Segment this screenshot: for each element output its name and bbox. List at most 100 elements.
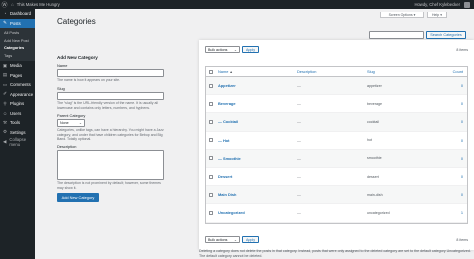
name-description: The name is how it appears on your site. (57, 78, 121, 82)
sidebar-item-appearance[interactable]: ✐ Appearance (0, 90, 35, 100)
parent-category-label: Parent Category (57, 113, 86, 119)
category-slug: cocktail (367, 119, 379, 124)
admin-sidebar: ◔ Dashboard ✎ Posts All Posts Add New Po… (0, 9, 35, 259)
add-new-category-button[interactable]: Add New Category (57, 193, 99, 203)
table-row: Uncategorized — uncategorized 1 (206, 204, 467, 223)
avatar[interactable] (464, 1, 470, 8)
row-checkbox[interactable] (209, 156, 213, 161)
table-row: Main Dish — main-dish 0 (206, 186, 467, 205)
page-title: Categories (57, 17, 96, 26)
category-count-link[interactable]: 0 (443, 101, 467, 106)
sidebar-item-posts[interactable]: ✎ Posts (0, 18, 35, 28)
category-name-link[interactable]: — Smoothie (216, 156, 297, 161)
column-slug-header[interactable]: Slug (367, 69, 443, 74)
admin-bar: Ⓦ ⌂ This Makes Me Hungry Howdy, Chef Kyl… (0, 0, 474, 9)
sidebar-item-label: Collapse menu (9, 136, 27, 147)
submenu-add-new-post[interactable]: Add New Post (0, 37, 35, 45)
site-name-link[interactable]: This Makes Me Hungry (17, 2, 60, 7)
sidebar-item-label: Tools (10, 120, 21, 126)
category-count-link[interactable]: 0 (443, 138, 467, 143)
apply-button-top[interactable]: Apply (242, 46, 259, 53)
category-name-link[interactable]: Uncategorized (216, 210, 297, 215)
screen-options-button[interactable]: Screen Options ▾ (380, 12, 424, 18)
row-checkbox[interactable] (209, 174, 213, 179)
sidebar-item-comments[interactable]: ▭ Comments (0, 80, 35, 90)
collapse-menu-button[interactable]: ◀ Collapse menu (0, 137, 35, 147)
category-slug: appetizer (367, 83, 382, 88)
home-icon[interactable]: ⌂ (11, 2, 14, 7)
sidebar-item-label: Pages (10, 72, 23, 78)
sidebar-item-media[interactable]: ▣ Media (0, 61, 35, 71)
submenu-categories[interactable]: Categories (0, 44, 35, 52)
bulk-actions-label: Bulk actions (208, 47, 228, 52)
items-count-top: 8 items (456, 48, 468, 52)
tools-icon: ⚒ (2, 119, 8, 125)
sidebar-item-users[interactable]: ☺ Users (0, 109, 35, 119)
sidebar-item-tools[interactable]: ⚒ Tools (0, 118, 35, 128)
items-count-bottom: 8 items (456, 238, 468, 242)
row-checkbox[interactable] (209, 83, 213, 88)
select-all-checkbox[interactable] (209, 69, 213, 74)
category-count-link[interactable]: 0 (443, 119, 467, 124)
bulk-actions-select-top[interactable]: Bulk actions ⌄ (205, 46, 240, 53)
category-slug: smoothie (367, 156, 382, 161)
parent-category-description: Categories, unlike tags, can have a hier… (57, 128, 164, 142)
sidebar-item-dashboard[interactable]: ◔ Dashboard (0, 9, 35, 19)
column-description-header[interactable]: Description (297, 69, 367, 74)
description-textarea[interactable] (57, 150, 164, 181)
column-name-header[interactable]: Name▲ (216, 69, 297, 74)
form-heading: Add New Category (57, 55, 98, 60)
row-checkbox[interactable] (209, 210, 213, 215)
howdy-user-link[interactable]: Howdy, Chef Kylebecker (414, 2, 460, 7)
sidebar-item-label: Comments (10, 82, 31, 88)
category-name-link[interactable]: Dessert (216, 174, 297, 179)
sidebar-item-label: Settings (10, 129, 26, 135)
sidebar-item-pages[interactable]: ▤ Pages (0, 71, 35, 81)
category-name-link[interactable]: Appetizer (216, 83, 297, 88)
category-description: — (297, 155, 301, 161)
apply-button-bottom[interactable]: Apply (242, 236, 259, 243)
category-count-link[interactable]: 0 (443, 156, 467, 161)
parent-category-value: None (60, 121, 69, 126)
search-input[interactable] (369, 31, 424, 39)
category-description: — (297, 174, 301, 180)
category-count-link[interactable]: 0 (443, 174, 467, 179)
category-count-link[interactable]: 1 (443, 210, 467, 215)
column-count-header[interactable]: Count (443, 69, 467, 74)
search-categories-button[interactable]: Search Categories (426, 31, 466, 39)
slug-field[interactable] (57, 92, 164, 101)
category-name-link[interactable]: Beverage (216, 101, 297, 106)
row-checkbox[interactable] (209, 192, 213, 197)
posts-submenu: All Posts Add New Post Categories Tags (0, 28, 35, 61)
sidebar-item-settings[interactable]: ⚙ Settings (0, 128, 35, 138)
categories-list-panel: Bulk actions ⌄ Apply 8 items Name▲ Descr… (199, 40, 474, 250)
sidebar-item-plugins[interactable]: ⚲ Plugins (0, 99, 35, 109)
row-checkbox[interactable] (209, 138, 213, 143)
category-count-link[interactable]: 0 (443, 192, 467, 197)
parent-category-select[interactable]: None ⌄ (57, 119, 85, 128)
help-button[interactable]: Help ▾ (427, 12, 447, 18)
category-slug: hot (367, 138, 372, 143)
bulk-actions-label: Bulk actions (208, 237, 228, 242)
category-slug: beverage (367, 101, 382, 106)
submenu-tags[interactable]: Tags (0, 52, 35, 60)
users-icon: ☺ (2, 110, 8, 116)
name-field[interactable] (57, 69, 164, 77)
submenu-all-posts[interactable]: All Posts (0, 29, 35, 37)
row-checkbox[interactable] (209, 101, 213, 106)
category-description: — (297, 83, 301, 89)
category-name-link[interactable]: Main Dish (216, 192, 297, 197)
row-checkbox[interactable] (209, 119, 213, 124)
settings-icon: ⚙ (2, 129, 8, 135)
category-slug: main-dish (367, 192, 383, 197)
category-count-link[interactable]: 0 (443, 83, 467, 88)
bulk-actions-select-bottom[interactable]: Bulk actions ⌄ (205, 236, 240, 243)
category-name-link[interactable]: — Hot (216, 138, 297, 143)
category-name-link[interactable]: — Cocktail (216, 119, 297, 124)
description-label: Description (57, 144, 77, 150)
category-description: — (297, 137, 301, 143)
wordpress-icon[interactable]: Ⓦ (0, 0, 9, 9)
chevron-down-icon: ⌄ (233, 47, 237, 52)
sort-ascending-icon: ▲ (229, 70, 233, 74)
sidebar-item-label: Posts (10, 20, 21, 26)
